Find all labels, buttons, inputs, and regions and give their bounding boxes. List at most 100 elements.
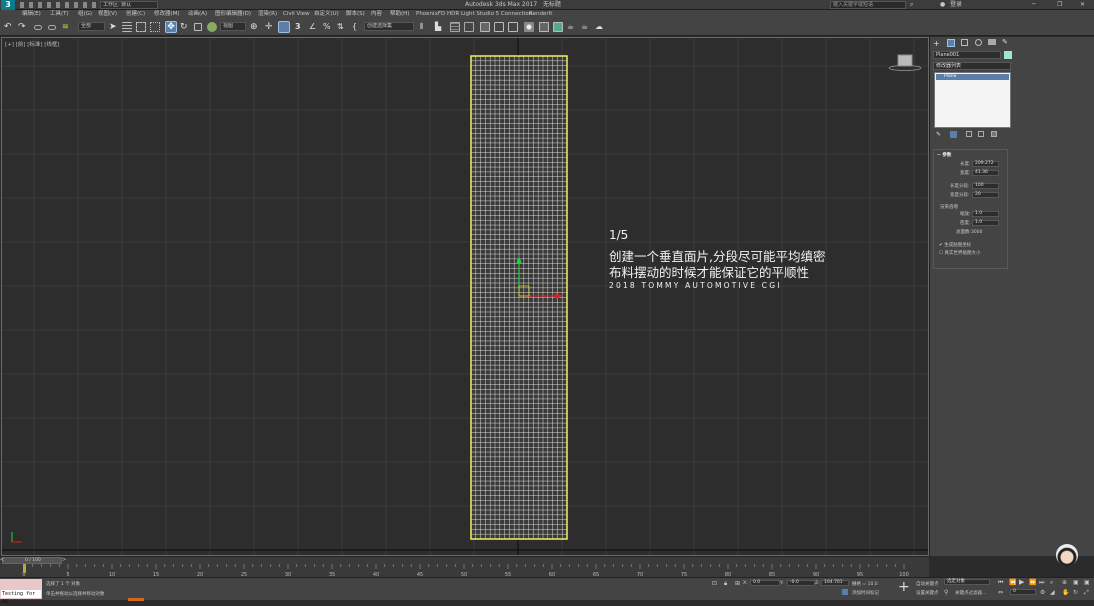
- menu-item[interactable]: PhoenixFD: [416, 10, 445, 19]
- length-segs-spinner[interactable]: 100: [972, 183, 999, 189]
- zoom-icon[interactable]: ⌕: [1050, 579, 1053, 587]
- time-slider[interactable]: 0 / 100: [2, 557, 62, 564]
- link-icon[interactable]: [34, 25, 42, 30]
- auto-key-button[interactable]: 自动关键点: [916, 581, 939, 587]
- z-coordinate-field[interactable]: 104.701: [821, 580, 849, 586]
- menu-item[interactable]: 图形编辑器(D): [215, 10, 251, 19]
- front-viewport[interactable]: [+] [前] [标准] [线框] 1/5 创建一个垂直面片,分段尽可能平均缜密…: [1, 37, 929, 556]
- menu-item[interactable]: 内容: [371, 10, 382, 19]
- show-end-result-icon[interactable]: [950, 131, 957, 138]
- unlink-icon[interactable]: [48, 25, 56, 30]
- next-key-icon[interactable]: ⏩: [1029, 579, 1036, 586]
- selection-filter-dropdown[interactable]: 全部: [78, 22, 105, 31]
- add-key-icon[interactable]: +: [898, 580, 910, 594]
- time-tag-icon[interactable]: [842, 589, 848, 595]
- current-frame-field[interactable]: 0: [1010, 589, 1036, 595]
- curve-editor-icon[interactable]: [494, 22, 504, 32]
- quick-access-toolbar[interactable]: [20, 2, 98, 8]
- pan-icon[interactable]: ✋: [1062, 589, 1069, 596]
- zoom-all-icon[interactable]: ⊕: [1062, 579, 1067, 586]
- key-mode-icon[interactable]: ⚲: [944, 589, 948, 596]
- display-tab-icon[interactable]: [988, 39, 996, 45]
- key-filters-button[interactable]: 关键点过滤器...: [955, 590, 986, 596]
- hierarchy-tab-icon[interactable]: [961, 39, 968, 46]
- make-unique-icon[interactable]: [966, 131, 972, 137]
- reference-coord-dropdown[interactable]: 视图: [220, 22, 246, 31]
- width-spinner[interactable]: 41.36: [972, 170, 999, 176]
- user-icon[interactable]: ●: [940, 0, 945, 10]
- zoom-extents-icon[interactable]: ▣: [1073, 579, 1079, 586]
- minimize-icon[interactable]: ─: [1032, 0, 1036, 10]
- layer-explorer-icon[interactable]: [464, 22, 474, 32]
- viewport-label[interactable]: [+] [前] [标准] [线框]: [5, 40, 60, 48]
- go-to-start-icon[interactable]: ⏮: [998, 579, 1003, 587]
- isolate-selection-icon[interactable]: ⊡: [712, 580, 717, 587]
- select-by-name-icon[interactable]: [122, 22, 132, 32]
- render-production-icon[interactable]: ☕: [567, 22, 577, 32]
- field-of-view-icon[interactable]: ◢: [1050, 589, 1055, 596]
- maximize-icon[interactable]: ❐: [1057, 0, 1062, 10]
- go-to-end-icon[interactable]: ⏭: [1039, 579, 1044, 587]
- zoom-extents-all-icon[interactable]: ▣: [1084, 579, 1090, 586]
- orbit-icon[interactable]: ↻: [1073, 589, 1078, 596]
- keyboard-shortcut-toggle-icon[interactable]: [278, 21, 290, 33]
- menu-item[interactable]: 修改器(M): [154, 10, 180, 19]
- motion-tab-icon[interactable]: [975, 39, 982, 46]
- configure-sets-icon[interactable]: [991, 131, 997, 137]
- modifier-list-dropdown[interactable]: 修改器列表: [933, 62, 1011, 70]
- menu-item[interactable]: 工具(T): [50, 10, 69, 19]
- edit-named-selection-icon[interactable]: {: [352, 22, 362, 32]
- utilities-tab-icon[interactable]: ✎: [1002, 38, 1008, 46]
- selected-object-dropdown[interactable]: 选定对象: [944, 579, 990, 585]
- rotate-tool-icon[interactable]: ↻: [180, 22, 190, 32]
- toggle-ribbon-icon[interactable]: [480, 22, 490, 32]
- viewcube-icon[interactable]: [888, 54, 922, 71]
- density-spinner[interactable]: 1.0: [972, 220, 999, 226]
- object-color-swatch[interactable]: [1004, 51, 1012, 59]
- menu-item[interactable]: 组(G): [78, 10, 92, 19]
- key-mode-toggle-icon[interactable]: ⇔: [998, 589, 1003, 596]
- rect-selection-icon[interactable]: [136, 22, 146, 32]
- scale-spinner[interactable]: 1.0: [972, 211, 999, 217]
- menu-item[interactable]: RenderIt: [529, 10, 552, 19]
- window-crossing-icon[interactable]: [150, 22, 160, 32]
- render-iterative-icon[interactable]: ☕: [581, 22, 591, 32]
- viewport-canvas[interactable]: [2, 38, 929, 556]
- angle-snap-icon[interactable]: ∠: [309, 22, 319, 32]
- modifier-stack[interactable]: Plane: [934, 72, 1011, 128]
- maximize-viewport-icon[interactable]: ⤢: [1084, 589, 1089, 597]
- align-icon[interactable]: ▙: [435, 22, 445, 32]
- set-key-button[interactable]: 设置关键点: [916, 590, 939, 596]
- track-bar[interactable]: 0 5 10 15 20 25 30 35 40 45 50 55 60 65 70 75 80 85 90 95 10…: [0, 564, 929, 578]
- y-coordinate-field[interactable]: -0.0: [787, 580, 815, 586]
- selection-lock-icon[interactable]: 🔒︎: [724, 580, 727, 588]
- menu-item[interactable]: 视图(V): [98, 10, 117, 19]
- bind-spacewarp-icon[interactable]: ≋: [62, 22, 72, 32]
- rollout-title[interactable]: − 参数: [937, 152, 951, 158]
- search-input[interactable]: 键入关键字或短语: [830, 1, 906, 9]
- pin-stack-icon[interactable]: ✎: [936, 131, 941, 138]
- percent-snap-icon[interactable]: %: [323, 22, 333, 32]
- close-icon[interactable]: ✕: [1080, 0, 1085, 10]
- pivot-center-icon[interactable]: ⊕: [250, 22, 260, 32]
- real-world-checkbox[interactable]: ☐ 真实世界贴图大小: [939, 250, 980, 256]
- menu-item[interactable]: 自定义(U): [314, 10, 339, 19]
- mirror-icon[interactable]: ⫴: [420, 22, 430, 32]
- maxscript-mini-listener[interactable]: Testing for AG: [1, 590, 41, 605]
- play-icon[interactable]: ▶: [1019, 578, 1024, 586]
- rendered-frame-window-icon[interactable]: [553, 22, 563, 32]
- menu-item[interactable]: 脚本(S): [346, 10, 365, 19]
- create-tab-icon[interactable]: +: [933, 39, 940, 48]
- gen-mapping-checkbox[interactable]: ✔ 生成贴图坐标: [939, 242, 971, 248]
- spinner-snap-icon[interactable]: ⇅: [337, 22, 347, 32]
- select-object-icon[interactable]: ➤: [109, 22, 119, 32]
- named-selection-dropdown[interactable]: 创建选择集: [364, 22, 414, 31]
- login-dropdown[interactable]: 登录: [950, 0, 962, 10]
- menu-item[interactable]: 动画(A): [188, 10, 207, 19]
- x-coordinate-field[interactable]: 0.0: [750, 580, 780, 586]
- absolute-mode-icon[interactable]: ⊞: [735, 580, 740, 587]
- scale-tool-icon[interactable]: [194, 23, 202, 31]
- menu-item[interactable]: HDR Light Studio 5 Connection: [447, 10, 532, 19]
- stack-item-plane[interactable]: Plane: [936, 74, 1009, 80]
- workspace-dropdown[interactable]: 工作区: 默认: [100, 1, 158, 9]
